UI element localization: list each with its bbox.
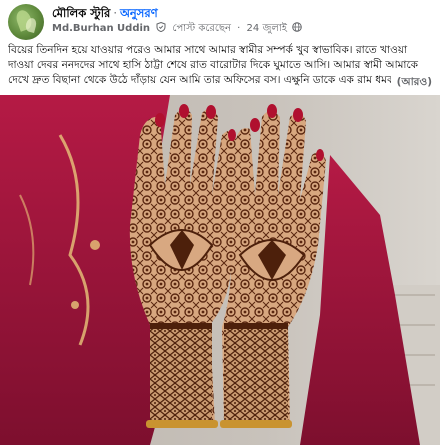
feed-post: মৌলিক স্টুরি · অনুসরণ Md.Burhan Uddin পোস্…	[0, 0, 440, 445]
meta-separator: ·	[237, 23, 241, 34]
author-link[interactable]: Md.Burhan Uddin	[52, 23, 150, 34]
post-date[interactable]: 24 জুলাই	[247, 23, 287, 34]
post-photo[interactable]	[0, 95, 440, 445]
see-more-link[interactable]: (আরও)	[390, 75, 432, 92]
group-line: মৌলিক স্টুরি · অনুসরণ	[52, 6, 158, 20]
separator: ·	[113, 6, 117, 20]
post-text: বিয়ের তিনদিন হয়ে যাওয়ার পরেও আমার সাথ…	[8, 44, 419, 86]
posted-label: পোস্ট করেছেন	[172, 23, 231, 34]
globe-icon	[292, 22, 302, 32]
henna-hands-image	[0, 95, 440, 445]
post-header: মৌলিক স্টুরি · অনুসরণ Md.Burhan Uddin পোস্…	[8, 2, 432, 40]
follow-button[interactable]: অনুসরণ	[120, 6, 158, 20]
shield-badge-icon	[156, 22, 166, 32]
post-meta: Md.Burhan Uddin পোস্ট করেছেন · 24 জুলাই	[52, 22, 302, 35]
group-avatar-icon[interactable]	[8, 4, 44, 40]
group-name-link[interactable]: মৌলিক স্টুরি	[52, 6, 110, 20]
